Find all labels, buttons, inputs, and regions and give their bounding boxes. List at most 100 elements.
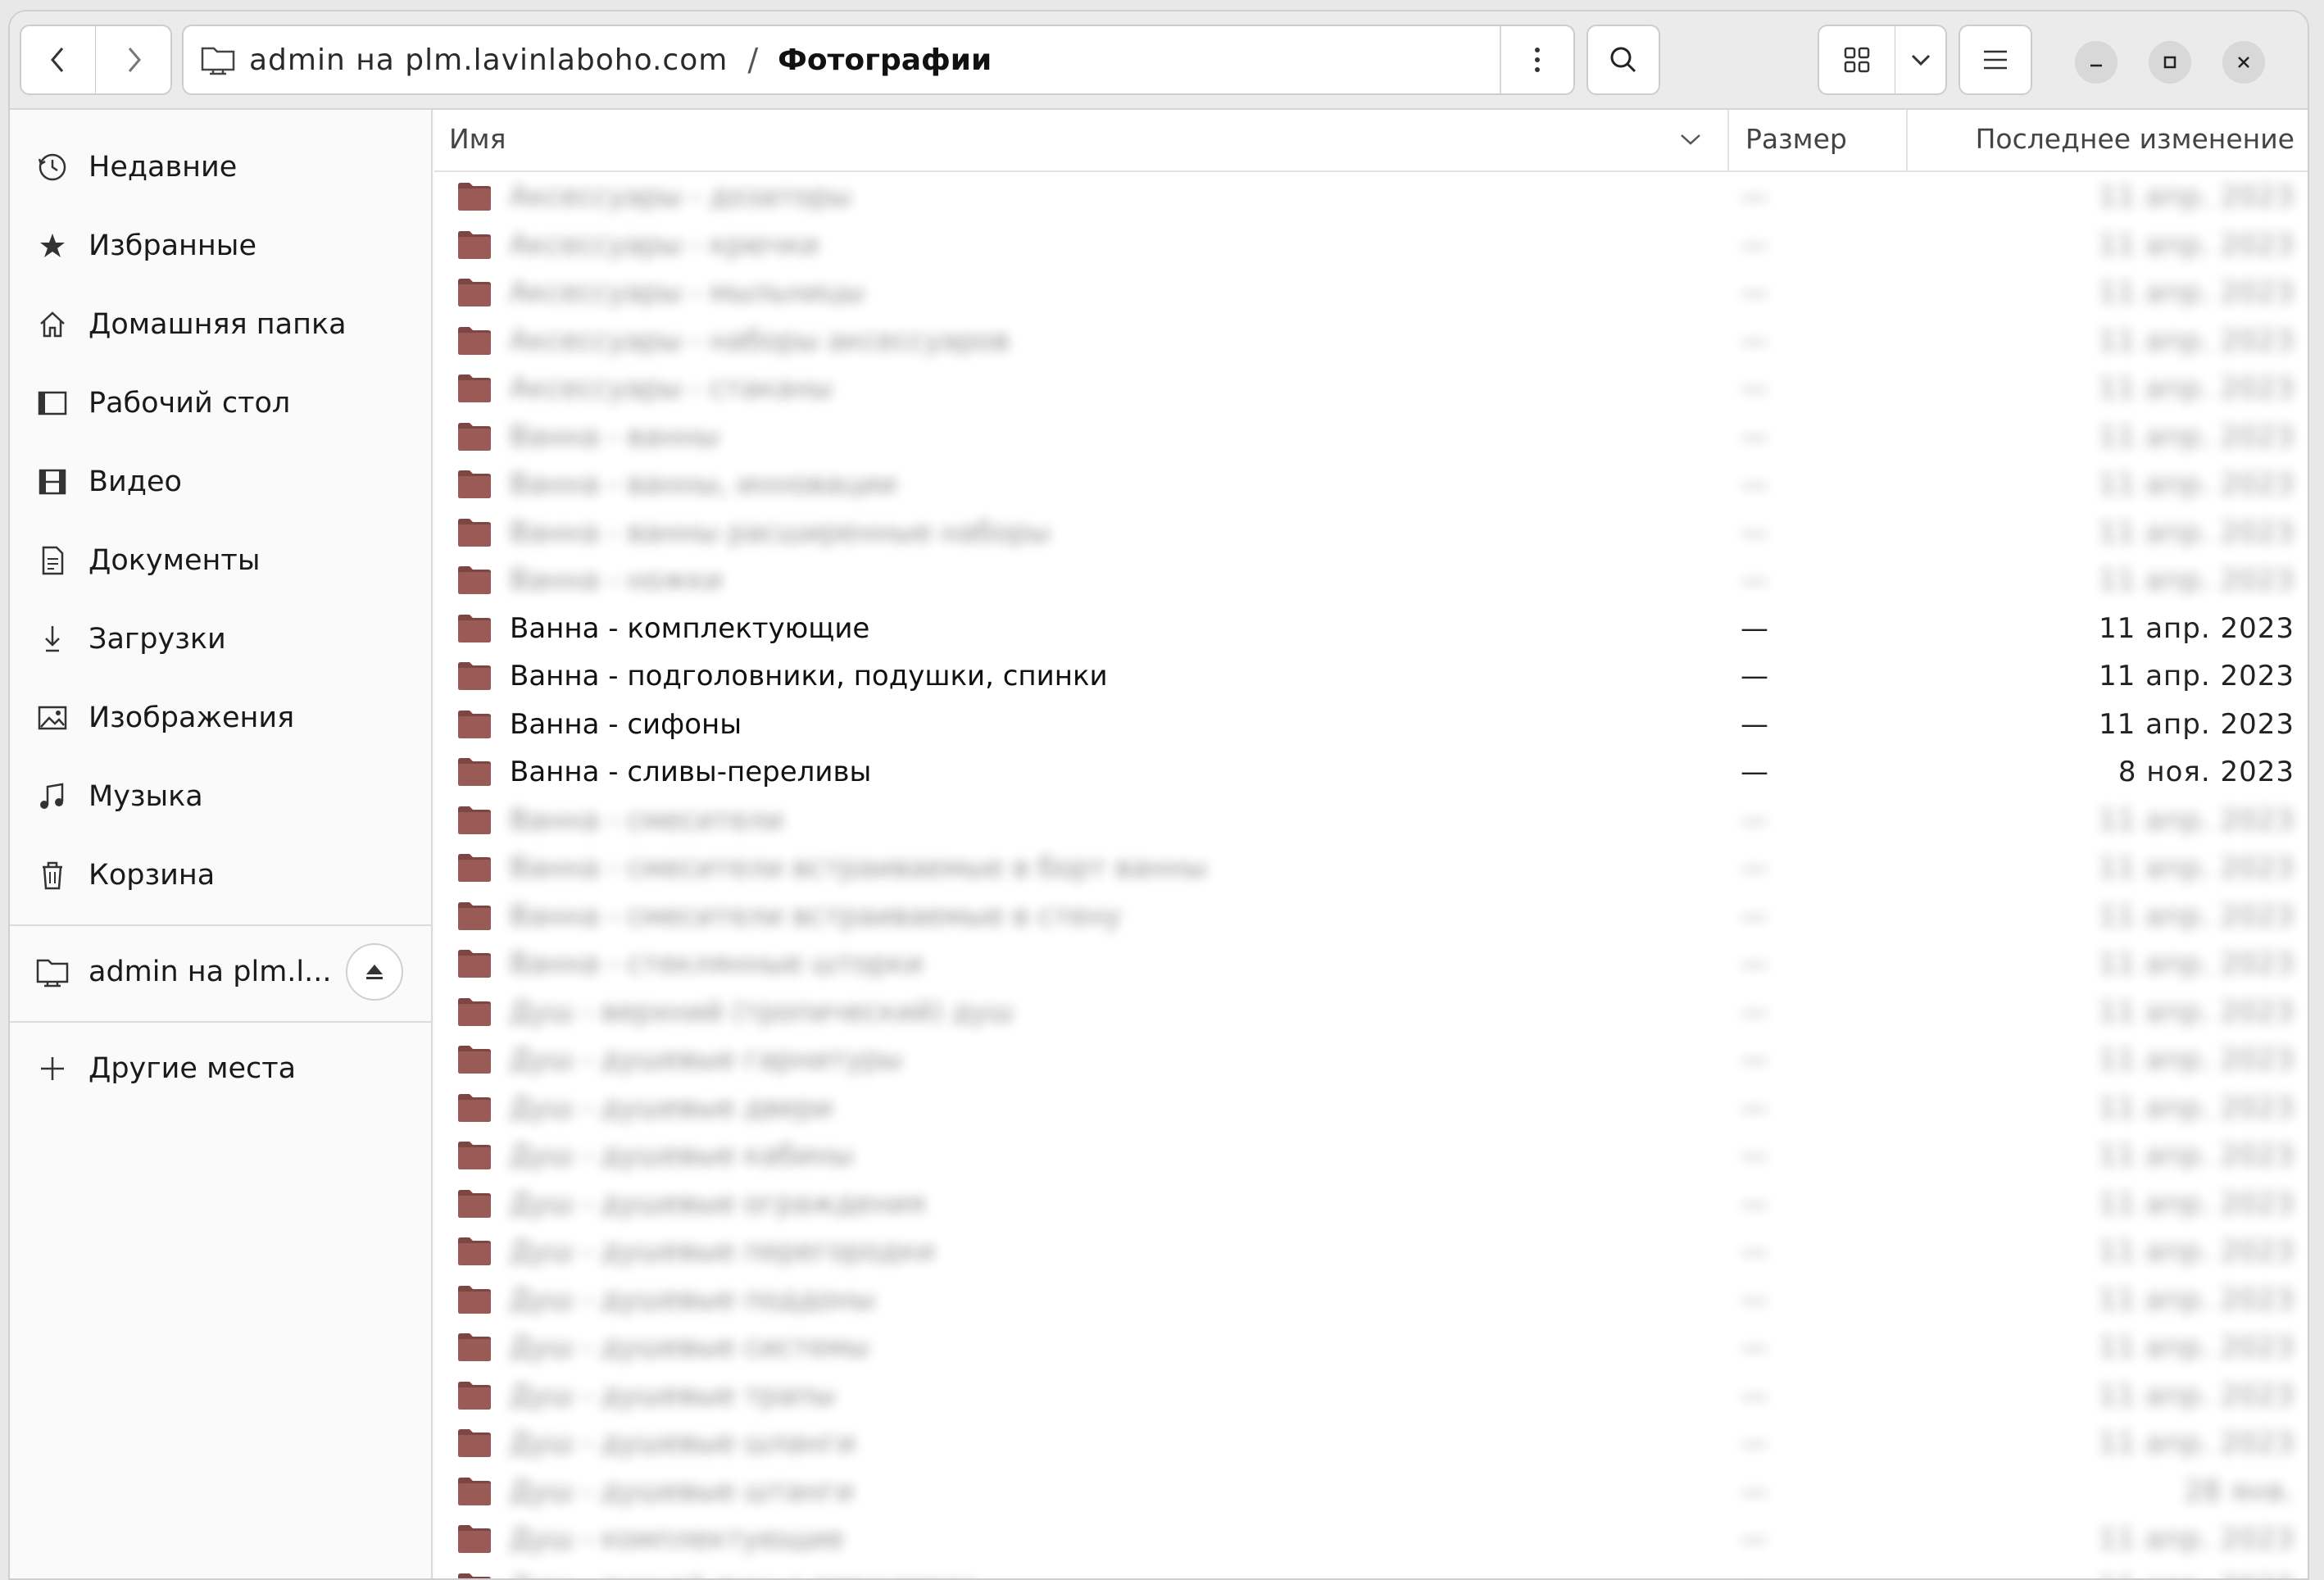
folder-name: Душ - душевые перегородки <box>510 1235 935 1268</box>
sidebar-item-videos[interactable]: Видео <box>10 449 433 515</box>
folder-row[interactable]: Душ - душевые ограждения — 11 апр. 2023 <box>434 1181 2308 1229</box>
folder-size: — <box>1741 1235 1768 1268</box>
folder-size: — <box>1741 1331 1768 1364</box>
sort-descending-icon[interactable] <box>1678 131 1703 151</box>
main-menu-button[interactable] <box>1959 25 2032 95</box>
folder-row[interactable]: Ванна - комплектующие — 11 апр. 2023 <box>434 606 2308 654</box>
folder-name: Ванна - стеклянные шторки <box>510 947 924 980</box>
sidebar-item-network-mount[interactable]: admin на plm.l... <box>10 939 433 1005</box>
grid-icon <box>1844 47 1870 73</box>
folder-row[interactable]: Душ - душевые штанги — 28 янв. <box>434 1469 2308 1517</box>
folder-row[interactable]: Душ - душевые поддоны — 11 апр. 2023 <box>434 1277 2308 1325</box>
folder-icon <box>458 375 491 402</box>
folder-icon <box>458 710 491 738</box>
folder-name: Душ - душевые трапы <box>510 1378 836 1412</box>
folder-size: — <box>1741 324 1768 357</box>
folder-row[interactable]: Ванна - смесители встраиваемые в борт ва… <box>434 845 2308 893</box>
folder-row[interactable]: Душ - душевые системы — 11 апр. 2023 <box>434 1324 2308 1373</box>
folder-row[interactable]: Аксессуары - мыльницы — 11 апр. 2023 <box>434 270 2308 318</box>
folder-size: — <box>1741 1474 1768 1508</box>
column-modified-header[interactable]: Последнее изменение <box>1976 123 2294 155</box>
view-mode-grid-button[interactable] <box>1818 25 1896 95</box>
folder-name: Ванна - ванны, инновации <box>510 468 897 501</box>
folder-name: Ванна - подголовники, подушки, спинки <box>510 660 1108 692</box>
folder-row[interactable]: Душ - душевые двери — 11 апр. 2023 <box>434 1085 2308 1133</box>
folder-row[interactable]: Ванна - смесители — 11 апр. 2023 <box>434 797 2308 846</box>
folder-row[interactable]: Душ - душевые шланги — 11 апр. 2023 <box>434 1420 2308 1469</box>
folder-row[interactable]: Душ - душевые трапы — 11 апр. 2023 <box>434 1373 2308 1421</box>
folder-row[interactable]: Аксессуары - наборы аксессуаров — 11 апр. … <box>434 318 2308 366</box>
column-size-header[interactable]: Размер <box>1745 123 1847 155</box>
path-menu-button[interactable] <box>1500 26 1573 93</box>
folder-row[interactable]: Душ - душевые гарнитуры — 11 апр. 2023 <box>434 1037 2308 1085</box>
folder-row[interactable]: Душ - ручной душ и держатели — 11 апр. 202… <box>434 1564 2308 1579</box>
forward-button[interactable] <box>95 25 172 95</box>
path-current-segment[interactable]: Фотографии <box>778 43 992 77</box>
folder-row[interactable]: Душ - комплектующие — 11 апр. 2023 <box>434 1516 2308 1564</box>
folder-icon <box>458 1093 491 1122</box>
sidebar-item-trash[interactable]: Корзина <box>10 842 433 908</box>
folder-row[interactable]: Ванна - сливы-переливы — 8 ноя. 2023 <box>434 749 2308 797</box>
folder-size: — <box>1741 611 1768 645</box>
folder-row[interactable]: Душ - душевые перегородки — 11 апр. 2023 <box>434 1228 2308 1277</box>
folder-icon <box>458 183 491 211</box>
folder-row[interactable]: Ванна - стеклянные шторки — 11 апр. 2023 <box>434 941 2308 989</box>
back-button[interactable] <box>20 25 97 95</box>
sidebar-item-desktop[interactable]: Рабочий стол <box>10 370 433 436</box>
chevron-down-icon <box>1911 54 1930 66</box>
folder-row[interactable]: Аксессуары - крючки — 11 апр. 2023 <box>434 222 2308 270</box>
desktop-icon <box>34 385 70 421</box>
folder-row[interactable]: Аксессуары - дозаторы — 11 апр. 2023 <box>434 174 2308 222</box>
folder-row[interactable]: Ванна - ванны расширенные наборы — 11 апр.… <box>434 510 2308 558</box>
folder-size: — <box>1741 468 1768 501</box>
folder-size: — <box>1741 180 1768 213</box>
sidebar-item-starred[interactable]: Избранные <box>10 213 433 279</box>
folder-row[interactable]: Ванна - сифоны — 11 апр. 2023 <box>434 701 2308 750</box>
sidebar-item-music[interactable]: Музыка <box>10 764 433 829</box>
folder-name: Аксессуары - стаканы <box>510 372 833 405</box>
folder-row[interactable]: Ванна - ножки — 11 апр. 2023 <box>434 557 2308 606</box>
folder-name: Аксессуары - крючки <box>510 228 819 261</box>
folder-icon <box>458 1142 491 1169</box>
folder-size: — <box>1741 851 1768 884</box>
folder-row[interactable]: Ванна - подголовники, подушки, спинки — 11… <box>434 653 2308 701</box>
sidebar-item-recent[interactable]: Недавние <box>10 134 433 200</box>
sidebar-item-pictures[interactable]: Изображения <box>10 685 433 751</box>
folder-name: Ванна - ванны расширенные наборы <box>510 515 1051 549</box>
folder-name: Душ - комплектующие <box>510 1523 844 1555</box>
sidebar-item-other-locations[interactable]: Другие места <box>10 1036 433 1101</box>
sidebar-item-home[interactable]: Домашняя папка <box>10 292 433 357</box>
folder-row[interactable]: Ванна - ванны — 11 апр. 2023 <box>434 414 2308 462</box>
music-icon <box>34 779 70 815</box>
search-button[interactable] <box>1586 25 1660 95</box>
view-options-dropdown[interactable] <box>1895 25 1947 95</box>
folder-size: — <box>1741 276 1768 309</box>
folder-icon <box>458 422 491 451</box>
folder-modified-date: 11 апр. 2023 <box>2099 1523 2294 1555</box>
path-bar[interactable]: admin на plm.lavinlaboho.com / Фотографи… <box>182 25 1575 95</box>
sidebar-item-documents[interactable]: Документы <box>10 528 433 593</box>
maximize-button[interactable] <box>2149 41 2191 84</box>
column-name-header[interactable]: Имя <box>449 123 506 155</box>
folder-name: Душ - душевые шланги <box>510 1427 856 1460</box>
folder-row[interactable]: Ванна - смесители встраиваемые в стену — 1… <box>434 893 2308 942</box>
folder-row[interactable]: Ванна - ванны, инновации — 11 апр. 2023 <box>434 461 2308 510</box>
folder-modified-date: 11 апр. 2023 <box>2099 1235 2294 1268</box>
clock-icon <box>34 149 70 185</box>
minimize-button[interactable] <box>2075 41 2117 84</box>
close-button[interactable] <box>2222 41 2265 84</box>
folder-modified-date: 11 апр. 2023 <box>2099 372 2294 405</box>
network-folder-icon <box>34 954 70 990</box>
folder-modified-date: 11 апр. 2023 <box>2099 1571 2294 1579</box>
hamburger-icon <box>1984 50 2007 70</box>
folder-name: Душ - душевые системы <box>510 1331 869 1364</box>
folder-row[interactable]: Аксессуары - стаканы — 11 апр. 2023 <box>434 365 2308 414</box>
folder-row[interactable]: Душ - верхний (тропический) душ — 11 апр. … <box>434 989 2308 1037</box>
folder-row[interactable]: Душ - душевые кабины — 11 апр. 2023 <box>434 1133 2308 1181</box>
sidebar-item-downloads[interactable]: Загрузки <box>10 606 433 672</box>
eject-button[interactable] <box>346 943 403 1001</box>
folder-name: Аксессуары - мыльницы <box>510 276 865 309</box>
path-host-segment[interactable]: admin на plm.lavinlaboho.com <box>249 43 728 77</box>
folder-size: — <box>1741 756 1768 788</box>
folder-modified-date: 28 янв. <box>2184 1474 2294 1508</box>
